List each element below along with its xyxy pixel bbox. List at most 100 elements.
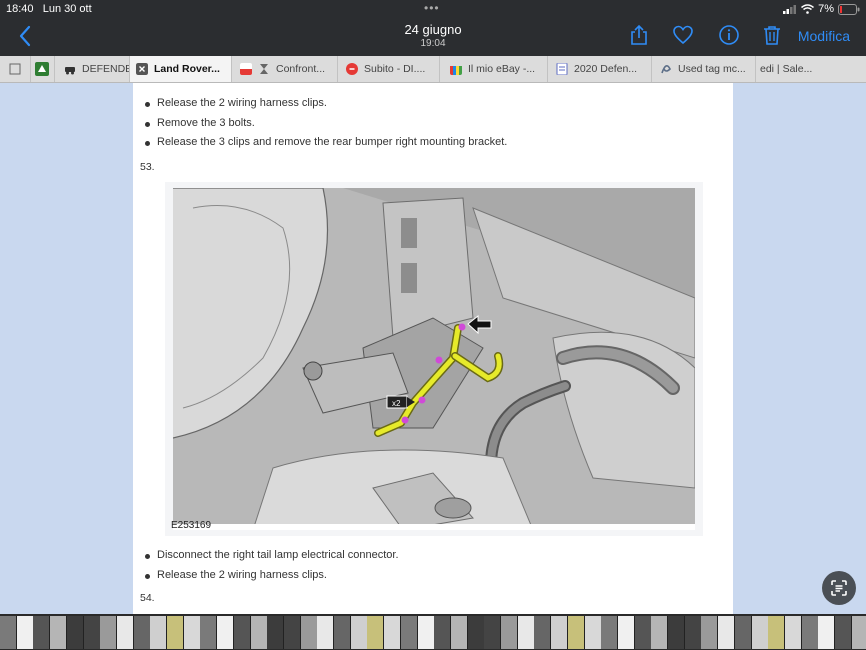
photo-thumbnail[interactable] <box>701 616 719 649</box>
photo-thumbnail[interactable] <box>0 616 17 649</box>
clock: 18:40 <box>6 3 34 15</box>
tab-label: Used tag mc... <box>678 63 746 75</box>
live-text-button[interactable] <box>822 571 856 605</box>
edit-button[interactable]: Modifica <box>798 28 850 44</box>
photo-thumbnail[interactable] <box>450 616 468 649</box>
tab-pinned-site[interactable] <box>30 56 55 82</box>
photo-thumbnail[interactable] <box>150 616 168 649</box>
list-item: Disconnect the right tail lamp electrica… <box>143 546 399 566</box>
photo-thumbnail[interactable] <box>83 616 101 649</box>
step-number: 54. <box>140 592 155 604</box>
swirl-favicon-icon <box>661 65 671 74</box>
photo-thumbnail[interactable] <box>384 616 402 649</box>
text-scan-icon <box>831 580 847 596</box>
photo-thumbnail[interactable] <box>567 616 585 649</box>
tab-subito[interactable]: Subito - DI.... <box>338 56 440 82</box>
photo-thumbnail[interactable] <box>818 616 836 649</box>
tab-defender[interactable]: DEFENDE <box>54 56 130 82</box>
photo-thumbnail[interactable] <box>601 616 619 649</box>
tab-label: DEFENDE <box>82 63 130 75</box>
instruction-list-top: Release the 2 wiring harness clips. Remo… <box>143 94 507 153</box>
photo-thumbnail[interactable] <box>668 616 685 649</box>
photo-thumbnail[interactable] <box>467 616 485 649</box>
instruction-list-bottom: Disconnect the right tail lamp electrica… <box>143 546 399 585</box>
status-time: 18:40 Lun 30 ott <box>6 3 92 15</box>
battery-percent: 7% <box>818 3 834 15</box>
photo-thumbnail[interactable] <box>50 616 68 649</box>
photo-thumbnail[interactable] <box>367 616 385 649</box>
list-item: Remove the 3 bolts. <box>143 114 507 134</box>
car-favicon-icon <box>65 67 75 75</box>
photo-thumbnail[interactable] <box>350 616 368 649</box>
tab-defender-2020[interactable]: 2020 Defen... <box>548 56 652 82</box>
photo-thumbnail[interactable] <box>768 616 786 649</box>
photo-thumbnail[interactable] <box>634 616 652 649</box>
photo-thumbnail[interactable] <box>434 616 452 649</box>
top-bar: 18:40 Lun 30 ott ••• 7% 24 giugno 19:04 <box>0 0 866 56</box>
tab-overview-button[interactable] <box>0 56 31 82</box>
ebay-bag-icon <box>450 66 462 75</box>
photo-thumbnail[interactable] <box>133 616 151 649</box>
photo-thumbnail[interactable] <box>501 616 518 649</box>
trash-icon[interactable] <box>761 24 783 46</box>
photo-thumbnail[interactable] <box>267 616 285 649</box>
tab-confront[interactable]: Confront... <box>232 56 338 82</box>
photo-thumbnail-strip[interactable] <box>0 614 866 650</box>
photo-thumbnail[interactable] <box>718 616 736 649</box>
status-indicators: 7% <box>783 3 860 15</box>
info-icon[interactable] <box>718 24 740 46</box>
photo-thumbnail[interactable] <box>417 616 435 649</box>
photo-thumbnail[interactable] <box>751 616 769 649</box>
wifi-icon <box>801 4 815 14</box>
browser-tab-bar: DEFENDE Land Rover... Confront... Subito… <box>0 56 866 83</box>
photo-thumbnail[interactable] <box>100 616 118 649</box>
photo-thumbnail[interactable] <box>851 616 866 649</box>
status-date: Lun 30 ott <box>42 3 92 15</box>
tab-label: Confront... <box>276 63 326 75</box>
photo-thumbnail[interactable] <box>183 616 201 649</box>
photo-thumbnail[interactable] <box>617 616 635 649</box>
callout-label: x2 <box>392 399 401 408</box>
photo-thumbnail[interactable] <box>217 616 235 649</box>
photo-thumbnail[interactable] <box>16 616 34 649</box>
photo-thumbnail[interactable] <box>116 616 134 649</box>
photo-thumbnail[interactable] <box>551 616 569 649</box>
tab-label: 2020 Defen... <box>574 63 638 75</box>
photo-thumbnail[interactable] <box>33 616 51 649</box>
photo-thumbnail[interactable] <box>250 616 268 649</box>
photo-thumbnail[interactable] <box>484 616 502 649</box>
subito-favicon-icon <box>346 63 358 75</box>
photo-thumbnail[interactable] <box>300 616 318 649</box>
photo-thumbnail[interactable] <box>684 616 702 649</box>
photo-thumbnail[interactable] <box>784 616 802 649</box>
tab-label: Subito - DI.... <box>364 63 426 75</box>
tab-sales[interactable]: edi | Sale... <box>756 56 866 82</box>
close-tab-icon[interactable] <box>136 63 148 75</box>
heart-icon[interactable] <box>672 24 694 46</box>
photo-thumbnail[interactable] <box>233 616 251 649</box>
photo-thumbnail[interactable] <box>584 616 602 649</box>
photo-thumbnail[interactable] <box>334 616 351 649</box>
photo-thumbnail[interactable] <box>317 616 335 649</box>
photo-thumbnail[interactable] <box>66 616 84 649</box>
signal-icon <box>783 5 797 14</box>
photo-thumbnail[interactable] <box>517 616 535 649</box>
photo-thumbnail[interactable] <box>835 616 852 649</box>
photo-thumbnail[interactable] <box>651 616 669 649</box>
tab-ebay[interactable]: Il mio eBay -... <box>440 56 548 82</box>
photo-thumbnail[interactable] <box>167 616 184 649</box>
photo-thumbnail[interactable] <box>534 616 552 649</box>
tab-used-tag[interactable]: Used tag mc... <box>652 56 756 82</box>
list-item: Release the 2 wiring harness clips. <box>143 566 399 586</box>
tab-land-rover[interactable]: Land Rover... <box>130 56 232 82</box>
photo-thumbnail[interactable] <box>801 616 819 649</box>
photo-thumbnail[interactable] <box>400 616 418 649</box>
tab-label: Land Rover... <box>154 63 220 75</box>
photo-thumbnail[interactable] <box>734 616 752 649</box>
photo-thumbnail[interactable] <box>200 616 218 649</box>
list-item: Release the 2 wiring harness clips. <box>143 94 507 114</box>
photo-thumbnail[interactable] <box>283 616 301 649</box>
list-item: Release the 3 clips and remove the rear … <box>143 133 507 153</box>
multitask-dots-icon[interactable]: ••• <box>424 1 440 15</box>
share-icon[interactable] <box>628 24 650 46</box>
